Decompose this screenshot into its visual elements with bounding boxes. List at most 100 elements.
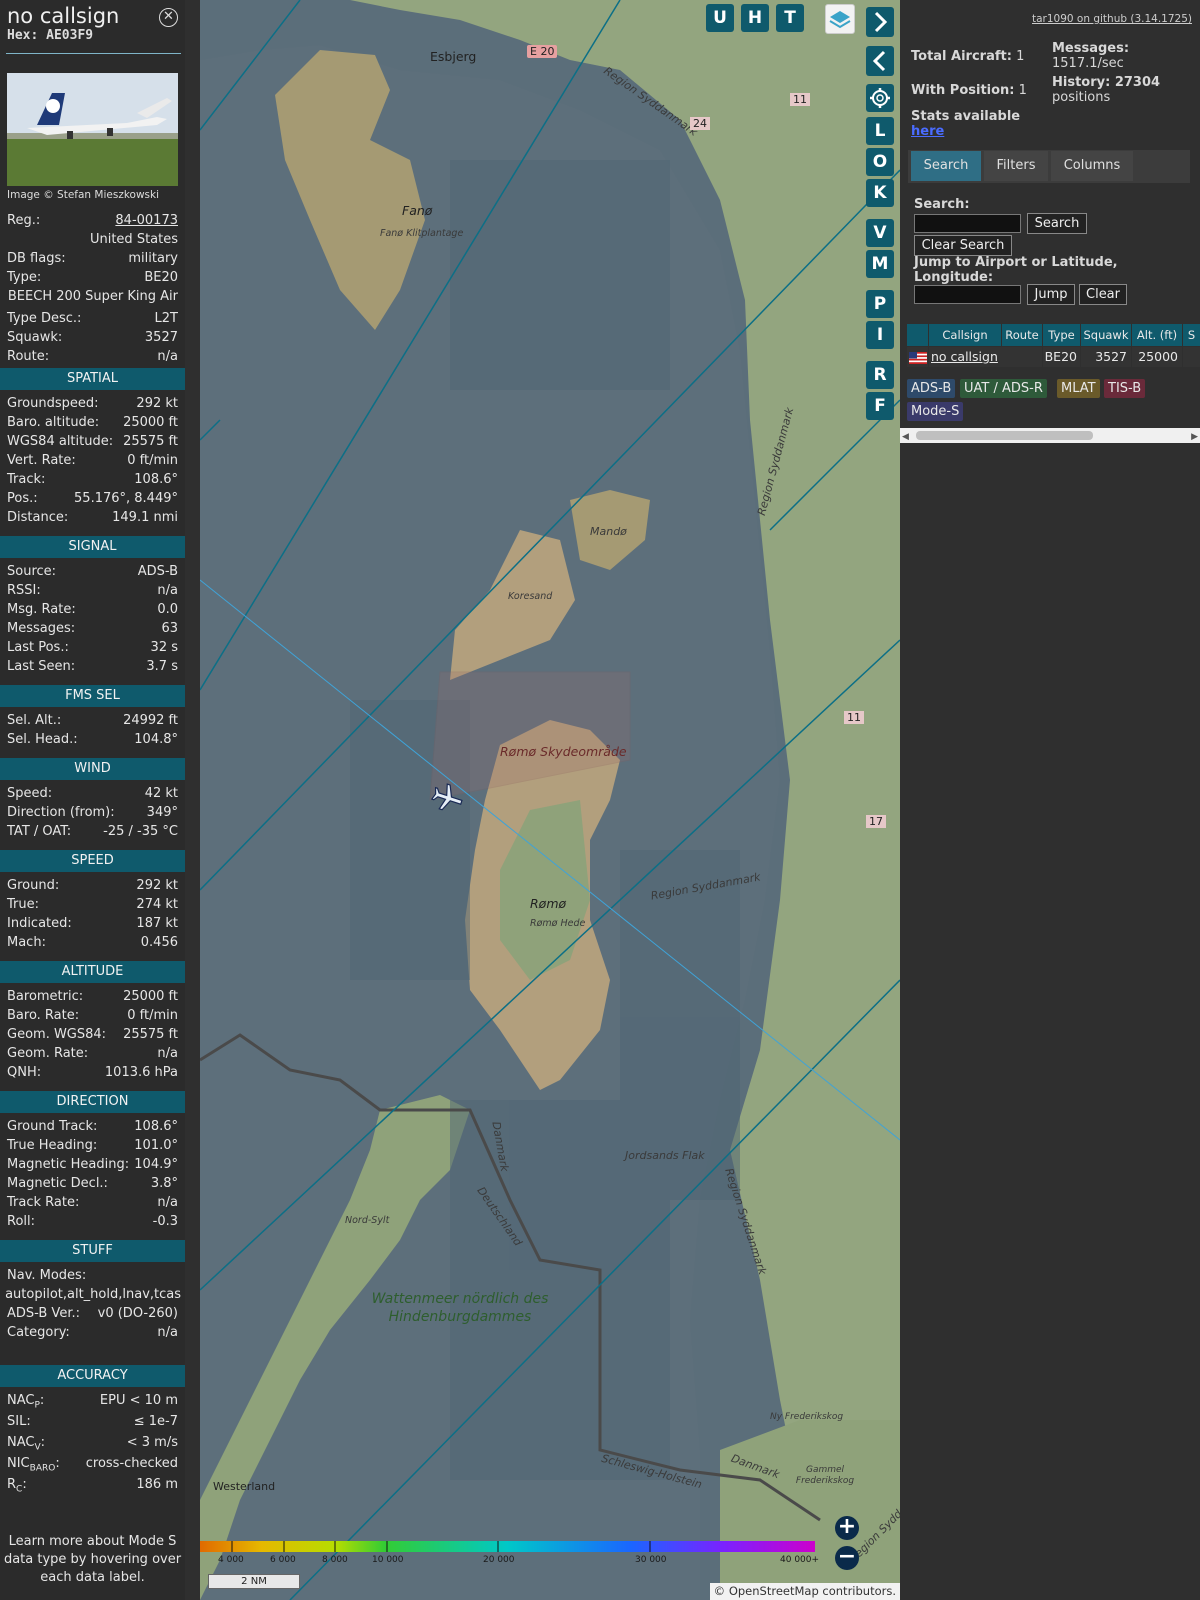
detail-row: NACV: < 3 m/s	[7, 1434, 178, 1453]
table-scrollbar[interactable]: ◀ ▶	[900, 428, 1200, 443]
jump-button[interactable]: Jump	[1027, 284, 1075, 305]
map-label-esbjerg: Esbjerg	[430, 49, 477, 64]
legend-tisb: TIS-B	[1104, 379, 1146, 398]
scale-bar: 2 NM	[208, 1574, 300, 1589]
detail-value: 186 m	[136, 1477, 178, 1492]
detail-value: n/a	[157, 1046, 178, 1061]
toggle-t-button[interactable]: T	[776, 4, 804, 32]
detail-label: Route:	[7, 349, 50, 364]
table-header-speed[interactable]: S	[1183, 324, 1200, 346]
scroll-left-icon[interactable]: ◀	[902, 432, 909, 442]
clear-search-button[interactable]: Clear Search	[914, 235, 1012, 256]
detail-row: DB flags: military	[7, 250, 178, 268]
close-icon[interactable]: ✕	[159, 8, 178, 27]
detail-row: Baro. Rate: 0 ft/min	[7, 1007, 178, 1025]
search-input[interactable]	[914, 214, 1021, 233]
detail-value[interactable]: 84-00173	[115, 212, 178, 230]
detail-value: 104.9°	[134, 1157, 178, 1172]
table-header-altitude[interactable]: Alt. (ft)	[1132, 324, 1182, 346]
toggle-l-button[interactable]: L	[866, 117, 894, 145]
tab-search[interactable]: Search	[911, 151, 981, 181]
detail-value: 292 kt	[136, 396, 178, 411]
detail-label-text: ADS-B Ver.:	[7, 1306, 80, 1321]
detail-label-text: Ground:	[7, 878, 60, 893]
altitude-scale-label: 40 000+	[780, 1555, 820, 1565]
chevron-left-icon[interactable]	[866, 46, 894, 76]
chevron-right-icon[interactable]	[866, 7, 894, 37]
detail-row: NICBARO: cross-checked	[7, 1455, 178, 1474]
table-header-squawk[interactable]: Squawk	[1081, 324, 1131, 346]
clear-button[interactable]: Clear	[1079, 284, 1127, 305]
search-button[interactable]: Search	[1027, 213, 1087, 234]
toggle-i-button[interactable]: I	[866, 321, 894, 349]
stats-link[interactable]: here	[911, 124, 944, 139]
table-header-callsign[interactable]: Callsign	[929, 324, 1001, 346]
toggle-f-button[interactable]: F	[866, 392, 894, 420]
toggle-m-button[interactable]: M	[866, 250, 894, 278]
toggle-p-button[interactable]: P	[866, 290, 894, 318]
map-view[interactable]: Esbjerg E 20 Region Syddanmark 24 11 Fan…	[200, 0, 900, 1600]
scroll-right-icon[interactable]: ▶	[1191, 432, 1198, 442]
table-header-route[interactable]: Route	[1002, 324, 1042, 346]
detail-label: Last Pos.:	[7, 639, 69, 657]
zoom-out-button[interactable]: −	[835, 1546, 859, 1570]
detail-label: Squawk:	[7, 330, 63, 345]
detail-label: Direction (from):	[7, 804, 115, 822]
toggle-v-button[interactable]: V	[866, 219, 894, 247]
aircraft-photo[interactable]	[7, 73, 178, 186]
gear-icon[interactable]	[866, 84, 894, 112]
map-attribution[interactable]: © OpenStreetMap contributors.	[709, 1583, 900, 1600]
map-road-24: 24	[690, 117, 710, 130]
tab-filters[interactable]: Filters	[984, 151, 1048, 181]
detail-label-tail: :	[55, 1456, 60, 1471]
messages-value: 1517.1/sec	[1052, 56, 1124, 71]
detail-label: Mach:	[7, 934, 46, 952]
detail-value: n/a	[157, 1325, 178, 1340]
map-label-jordsands-flak: Jordsands Flak	[625, 1149, 705, 1162]
detail-value: 108.6°	[134, 472, 178, 487]
detail-value: United States	[89, 232, 178, 247]
github-link[interactable]: tar1090 on github (3.14.1725)	[1032, 13, 1192, 25]
map-label-koresand: Koresand	[508, 591, 553, 602]
detail-row: NACP: EPU < 10 m	[7, 1392, 178, 1411]
detail-label-text: NIC	[7, 1456, 30, 1471]
detail-label-text: Groundspeed:	[7, 396, 99, 411]
zoom-in-button[interactable]: +	[835, 1516, 859, 1540]
detail-label: Source:	[7, 563, 56, 581]
detail-label-text: Msg. Rate:	[7, 602, 76, 617]
detail-row: Msg. Rate: 0.0	[7, 601, 178, 619]
detail-value: 55.176°, 8.449°	[74, 491, 178, 506]
table-row-callsign[interactable]: no callsign	[929, 347, 1003, 367]
toggle-u-button[interactable]: U	[706, 4, 734, 32]
detail-row: autopilot,alt_hold,lnav,tcas	[5, 1286, 181, 1304]
toggle-r-button[interactable]: R	[866, 361, 894, 389]
map-road-e20: E 20	[527, 45, 558, 58]
detail-label: True Heading:	[7, 1137, 97, 1155]
detail-row: Geom. WGS84: 25575 ft	[7, 1026, 178, 1044]
tab-columns[interactable]: Columns	[1051, 151, 1133, 181]
detail-row: RC: 186 m	[7, 1476, 178, 1495]
table-header-type[interactable]: Type	[1043, 324, 1080, 346]
detail-label-text: Indicated:	[7, 916, 72, 931]
legend-adsb: ADS-B	[907, 379, 956, 398]
map-label-romo: Rømø	[530, 896, 567, 911]
section-header-signal: SIGNAL	[0, 536, 185, 558]
detail-row: True: 274 kt	[7, 896, 178, 914]
detail-row: Nav. Modes:	[7, 1267, 178, 1285]
total-aircraft-label: Total Aircraft:	[911, 49, 1012, 64]
detail-value: 0 ft/min	[127, 1008, 178, 1023]
detail-value: 101.0°	[134, 1138, 178, 1153]
toggle-o-button[interactable]: O	[866, 148, 894, 176]
map-label-fano-klitplantage: Fanø Klitplantage	[380, 228, 464, 239]
toggle-k-button[interactable]: K	[866, 179, 894, 207]
detail-label: Sel. Head.:	[7, 731, 78, 749]
detail-label: Distance:	[7, 509, 68, 527]
footer-note: Learn more about Mode S data type by hov…	[3, 1534, 182, 1585]
toggle-h-button[interactable]: H	[741, 4, 769, 32]
detail-label: Last Seen:	[7, 658, 75, 676]
jump-input[interactable]	[914, 285, 1021, 304]
layers-icon[interactable]	[825, 4, 855, 34]
map-road-17: 17	[866, 815, 886, 828]
scrollbar-thumb[interactable]	[916, 431, 1093, 440]
detail-value: 187 kt	[136, 916, 178, 931]
